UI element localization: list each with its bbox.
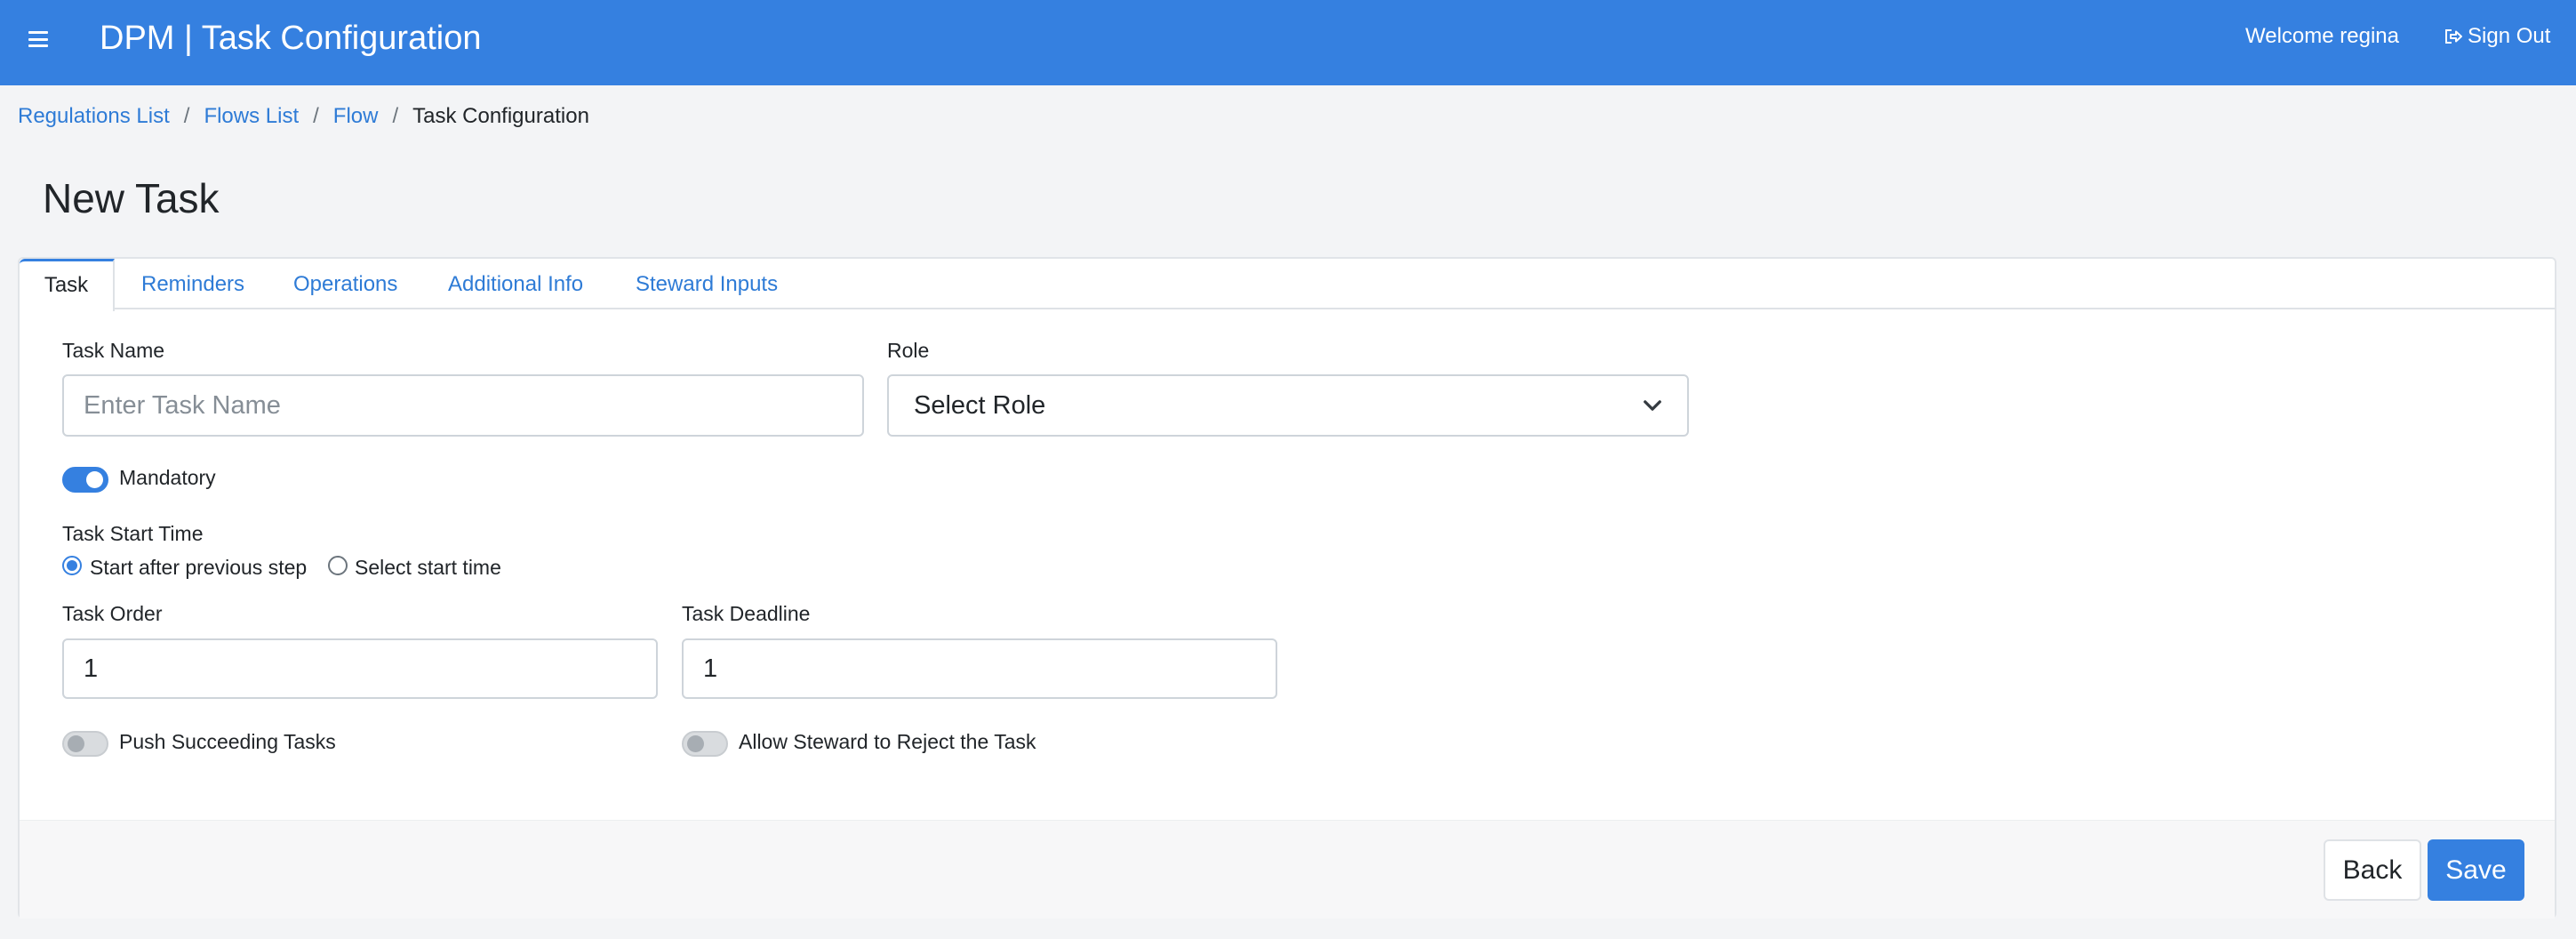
allow-reject-label: Allow Steward to Reject the Task <box>739 730 1036 753</box>
push-succeeding-toggle[interactable] <box>62 731 108 757</box>
start-after-previous-label: Start after previous step <box>90 556 308 579</box>
chevron-down-icon <box>1644 400 1661 411</box>
breadcrumb: Regulations List / Flows List / Flow / T… <box>18 104 589 129</box>
role-select[interactable]: Select Role <box>887 374 1689 437</box>
sign-out-link[interactable]: Sign Out <box>2443 24 2550 49</box>
breadcrumb-separator: / <box>392 104 399 128</box>
sign-out-label: Sign Out <box>2468 24 2551 48</box>
tab-additional-info[interactable]: Additional Info <box>448 259 583 309</box>
task-name-input[interactable] <box>62 374 864 437</box>
app-title: DPM | Task Configuration <box>100 20 482 57</box>
tab-steward-inputs[interactable]: Steward Inputs <box>636 259 778 309</box>
select-start-time-label: Select start time <box>355 556 501 579</box>
tab-bar: Task Reminders Operations Additional Inf… <box>20 259 2555 311</box>
welcome-text: Welcome regina <box>2245 24 2399 48</box>
breadcrumb-separator: / <box>313 104 319 128</box>
mandatory-toggle[interactable] <box>62 467 108 493</box>
back-button[interactable]: Back <box>2324 839 2421 901</box>
start-after-previous-radio[interactable] <box>62 556 82 575</box>
page-title: New Task <box>43 175 220 221</box>
select-start-time-radio[interactable] <box>328 556 348 575</box>
hamburger-menu-icon[interactable] <box>28 31 48 47</box>
push-succeeding-label: Push Succeeding Tasks <box>119 730 336 753</box>
task-start-time-label: Task Start Time <box>62 522 204 545</box>
sign-out-icon <box>2445 29 2462 44</box>
mandatory-label: Mandatory <box>119 466 216 489</box>
card-footer <box>20 820 2555 919</box>
breadcrumb-flows-list[interactable]: Flows List <box>204 104 299 129</box>
role-select-value: Select Role <box>914 390 1046 420</box>
task-name-label: Task Name <box>62 339 165 362</box>
task-order-label: Task Order <box>62 602 163 625</box>
allow-reject-toggle[interactable] <box>682 731 728 757</box>
task-card: Task Reminders Operations Additional Inf… <box>18 257 2556 919</box>
tab-reminders[interactable]: Reminders <box>141 259 244 309</box>
breadcrumb-separator: / <box>183 104 190 128</box>
task-deadline-input[interactable] <box>682 638 1277 699</box>
breadcrumb-regulations-list[interactable]: Regulations List <box>18 104 170 129</box>
tab-task[interactable]: Task <box>20 259 115 311</box>
task-deadline-label: Task Deadline <box>682 602 811 625</box>
breadcrumb-current: Task Configuration <box>412 104 589 128</box>
save-button[interactable]: Save <box>2428 839 2524 901</box>
top-navbar: DPM | Task Configuration Welcome regina … <box>0 0 2576 85</box>
task-order-input[interactable] <box>62 638 658 699</box>
tab-operations[interactable]: Operations <box>293 259 397 309</box>
breadcrumb-flow[interactable]: Flow <box>333 104 379 129</box>
role-label: Role <box>887 339 930 362</box>
